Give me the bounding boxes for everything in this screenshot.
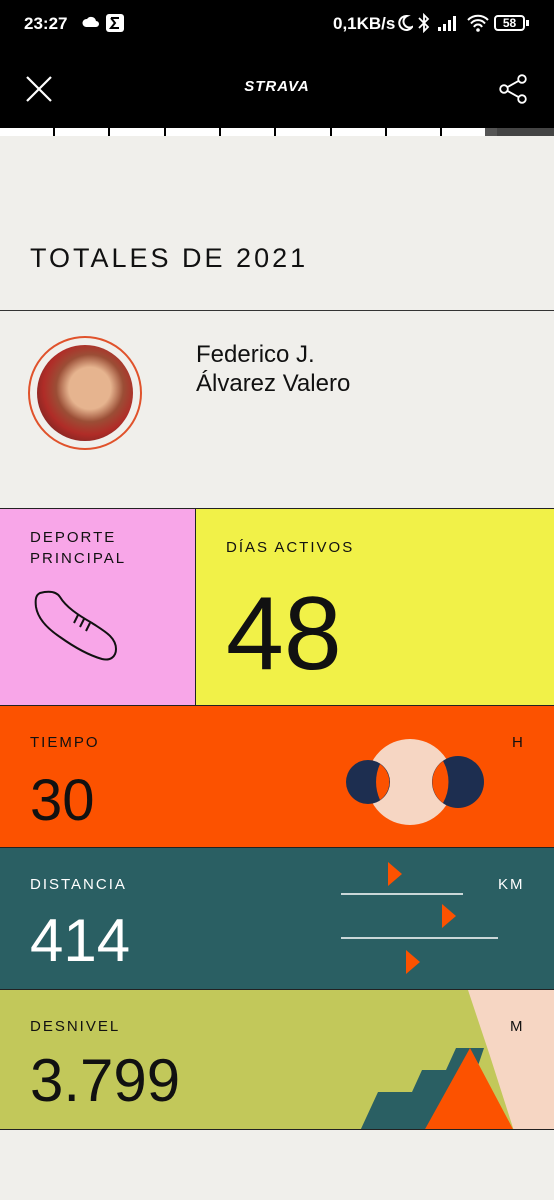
athlete-name-line1: Federico J.	[196, 341, 315, 368]
cloud-icon	[82, 16, 99, 27]
moon-icon	[398, 14, 413, 31]
athlete-name-line2: Álvarez Valero	[196, 370, 351, 397]
progress-current	[485, 128, 497, 136]
battery-tip	[526, 20, 529, 26]
progress-divider	[385, 128, 387, 136]
time-label: TIEMPO	[30, 734, 100, 751]
page-title: TOTALES DE 2021	[30, 243, 309, 273]
progress-divider	[108, 128, 110, 136]
elevation-label: DESNIVEL	[30, 1018, 121, 1035]
elevation-unit: M	[510, 1018, 525, 1035]
sport-label-line1: DEPORTE	[30, 529, 117, 546]
mountain-illustration	[360, 990, 554, 1129]
elevation-value: 3.799	[30, 1047, 181, 1114]
battery-icon: 58	[494, 15, 525, 31]
time-unit: H	[512, 734, 525, 751]
progress-remaining	[497, 128, 554, 136]
time-card: TIEMPO H 30	[0, 705, 554, 847]
divider	[0, 310, 554, 311]
time-value: 30	[30, 768, 95, 833]
progress-divider	[219, 128, 221, 136]
shoe-icon	[34, 590, 118, 661]
sigma-icon	[106, 14, 124, 32]
progress-divider	[53, 128, 55, 136]
venn-illustration	[346, 739, 484, 825]
active-days-value: 48	[226, 576, 342, 692]
status-time: 23:27	[24, 14, 68, 33]
elevation-card: DESNIVEL M 3.799	[0, 989, 554, 1130]
athlete-name: Federico J. Álvarez Valero	[196, 340, 350, 398]
app-header: STRAVA	[0, 50, 554, 128]
signal-icon	[438, 16, 456, 31]
active-days-label: DÍAS ACTIVOS	[226, 539, 355, 556]
wifi-icon	[467, 14, 489, 32]
progress-divider	[164, 128, 166, 136]
route-illustration	[341, 862, 498, 974]
battery-level: 58	[502, 16, 517, 30]
sport-label: DEPORTE PRINCIPAL	[30, 527, 126, 569]
progress-divider	[440, 128, 442, 136]
distance-card: DISTANCIA KM 414	[0, 847, 554, 989]
story-progress	[0, 128, 554, 136]
avatar-photo	[37, 345, 133, 441]
active-days-card: DÍAS ACTIVOS 48	[196, 508, 554, 705]
network-speed: 0,1KB/s	[333, 14, 396, 33]
distance-label: DISTANCIA	[30, 876, 127, 893]
progress-divider	[330, 128, 332, 136]
sport-label-line2: PRINCIPAL	[30, 550, 127, 567]
share-icon[interactable]	[498, 74, 528, 104]
distance-value: 414	[30, 907, 131, 974]
status-bar: 23:27 0,1KB/s 58	[0, 0, 554, 50]
sport-card: DEPORTE PRINCIPAL	[0, 508, 196, 705]
strava-logo: STRAVA	[244, 78, 310, 95]
bluetooth-icon	[418, 13, 430, 33]
avatar	[28, 336, 142, 450]
progress-divider	[274, 128, 276, 136]
